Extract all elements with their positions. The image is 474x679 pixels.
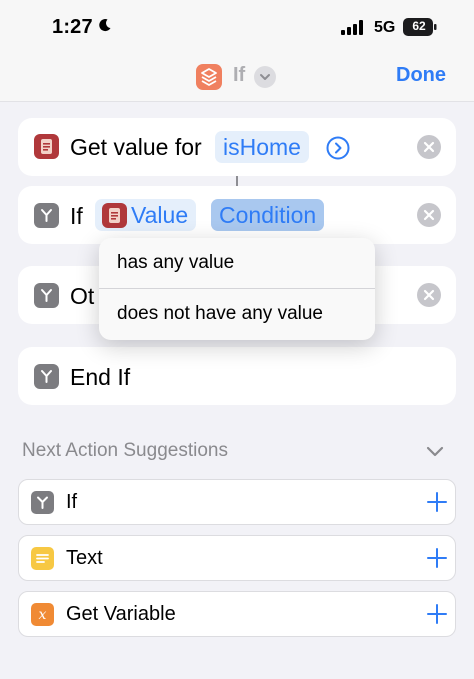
remove-icon[interactable] (417, 135, 441, 159)
cellular-signal-icon (341, 20, 365, 35)
branch-icon (34, 364, 59, 389)
text-icon (31, 547, 54, 570)
done-button[interactable]: Done (396, 64, 446, 87)
chevron-right-circle-icon[interactable] (326, 136, 350, 160)
network-type: 5G (374, 19, 396, 36)
nav-bar: If Done (0, 52, 474, 102)
action-label: Ot (70, 283, 95, 309)
key-token[interactable]: isHome (215, 131, 309, 163)
plus-icon[interactable] (425, 546, 449, 570)
menu-item-has-any-value[interactable]: has any value (99, 238, 375, 288)
chevron-down-icon[interactable] (424, 443, 446, 459)
remove-icon[interactable] (417, 203, 441, 227)
branch-icon (31, 491, 54, 514)
remove-icon[interactable] (417, 283, 441, 307)
plus-icon[interactable] (425, 602, 449, 626)
action-label: End If (70, 364, 131, 390)
action-label: If (70, 203, 83, 229)
moon-icon (97, 18, 112, 33)
shortcut-stack-icon (196, 64, 222, 90)
nav-title[interactable]: If (233, 64, 245, 87)
action-connector (236, 176, 238, 186)
action-if[interactable]: If Value Condition (18, 186, 456, 244)
condition-placeholder[interactable]: Condition (211, 199, 325, 231)
variable-icon: x (31, 603, 54, 626)
suggestion-text[interactable]: Text (18, 535, 456, 581)
action-end-if[interactable]: End If (18, 347, 456, 405)
branch-icon (34, 283, 59, 308)
dictionary-icon (102, 203, 127, 228)
svg-text:x: x (39, 607, 47, 623)
branch-icon (34, 203, 59, 228)
chevron-down-icon[interactable] (254, 66, 276, 88)
suggestion-label: Get Variable (66, 603, 176, 625)
battery-level: 62 (412, 19, 426, 33)
variable-token-label: Value (131, 202, 189, 228)
suggestion-if[interactable]: If (18, 479, 456, 525)
suggestion-label: If (66, 491, 78, 513)
status-time: 1:27 (52, 16, 93, 38)
suggestions-title: Next Action Suggestions (22, 440, 228, 461)
condition-popup-menu: has any value does not have any value (99, 238, 375, 340)
status-bar: 1:27 5G 62 (0, 0, 474, 52)
suggestion-label: Text (66, 547, 103, 569)
dictionary-icon (34, 134, 59, 159)
action-label: Get value for (70, 134, 202, 160)
plus-icon[interactable] (425, 490, 449, 514)
action-get-value[interactable]: Get value for isHome (18, 118, 456, 176)
menu-item-does-not-have-any-value[interactable]: does not have any value (99, 289, 375, 339)
suggestion-get-variable[interactable]: x Get Variable (18, 591, 456, 637)
